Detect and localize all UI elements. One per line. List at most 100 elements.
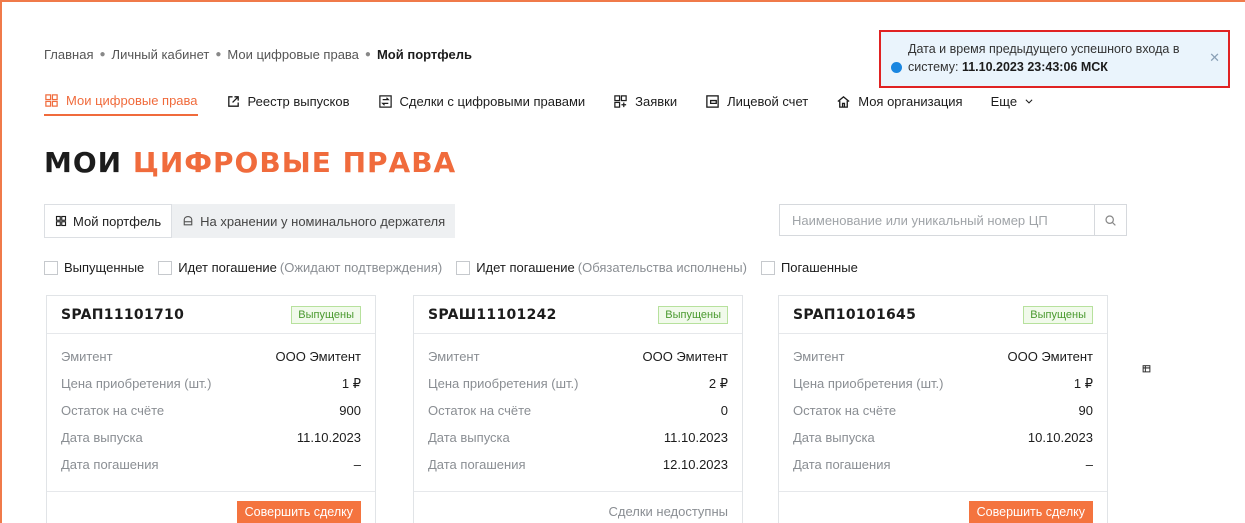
account-card-icon [706, 94, 719, 108]
tab-nominal-holder[interactable]: На хранении у номинального держателя [172, 204, 455, 238]
info-icon [891, 62, 902, 73]
card-id: SPAП10101645 [793, 306, 917, 323]
row-value: ООО Эмитент [1007, 349, 1093, 364]
row-price: Цена приобретения (шт.) 2 ₽ [428, 375, 728, 402]
row-label: Дата погашения [61, 457, 159, 472]
nav-more[interactable]: Еще [991, 86, 1034, 116]
filter-issued[interactable]: Выпущенные [44, 260, 144, 275]
row-value: 1 ₽ [341, 376, 361, 391]
nav-label: Сделки с цифровыми правами [399, 93, 586, 109]
nav-label: Еще [990, 93, 1018, 109]
notification-datetime: 11.10.2023 23:43:06 МСК [961, 60, 1108, 74]
card-header: SPAП11101710 Выпущены [47, 296, 375, 334]
breadcrumb-home[interactable]: Главная [44, 47, 93, 62]
checkbox[interactable] [44, 260, 58, 275]
apps-add-icon [614, 94, 627, 108]
status-badge: Выпущены [1023, 305, 1093, 324]
row-value: 11.10.2023 [663, 430, 728, 445]
nav-label: Мои цифровые права [66, 92, 198, 108]
calendar-icon[interactable] [1142, 364, 1151, 376]
close-icon[interactable]: ✕ [1209, 50, 1220, 76]
tab-label: Мой портфель [73, 213, 162, 229]
card-footer: Совершить сделку [47, 491, 375, 523]
card-header: SPAП10101645 Выпущены [779, 296, 1107, 334]
row-value: 11.10.2023 [296, 430, 361, 445]
nav-my-organization[interactable]: Моя организация [836, 86, 963, 116]
page-title-part2: ЦИФРОВЫЕ ПРАВА [132, 146, 457, 179]
row-value: – [353, 457, 361, 472]
row-price: Цена приобретения (шт.) 1 ₽ [61, 375, 361, 402]
row-issue-date: Дата выпуска 11.10.2023 [428, 429, 728, 456]
row-value: 10.10.2023 [1027, 430, 1093, 445]
checkbox[interactable] [456, 260, 471, 275]
filter-label: Погашенные [780, 260, 858, 275]
breadcrumb-separator: ● [99, 49, 106, 60]
row-label: Дата выпуска [793, 430, 875, 445]
rights-card[interactable]: SPAШ11101242 Выпущены Эмитент ООО Эмитент… [413, 295, 743, 523]
row-value: 900 [339, 403, 361, 418]
rights-card[interactable]: SPAП10101645 Выпущены Эмитент ООО Эмитент… [778, 295, 1108, 523]
filter-note: (Обязательства исполнены) [577, 260, 747, 275]
notification-text: Дата и время предыдущего успешного входа… [908, 40, 1198, 76]
row-balance: Остаток на счёте 90 [793, 402, 1093, 429]
checkbox[interactable] [760, 260, 775, 275]
row-redemption-date: Дата погашения – [61, 456, 361, 483]
breadcrumb-digital-rights[interactable]: Мои цифровые права [227, 47, 359, 62]
row-redemption-date: Дата погашения 12.10.2023 [428, 456, 728, 483]
rights-card[interactable]: SPAП11101710 Выпущены Эмитент ООО Эмитент… [46, 295, 376, 523]
row-issue-date: Дата выпуска 10.10.2023 [793, 429, 1093, 456]
external-link-icon [227, 95, 239, 107]
status-filters: Выпущенные Идет погашение (Ожидают подтв… [44, 260, 858, 275]
row-label: Эмитент [61, 349, 113, 364]
portfolio-tabs: Мой портфель На хранении у номинального … [44, 204, 456, 238]
status-badge: Выпущены [291, 305, 361, 324]
breadcrumb-separator: ● [364, 49, 371, 60]
safe-icon [183, 215, 193, 226]
filter-redemption-pending[interactable]: Идет погашение (Ожидают подтверждения) [158, 260, 442, 275]
grid-icon [55, 215, 67, 227]
checkbox[interactable] [158, 260, 173, 275]
row-label: Цена приобретения (шт.) [428, 376, 579, 391]
deals-unavailable-text: Сделки недоступны [608, 504, 728, 519]
breadcrumb: Главная ● Личный кабинет ● Мои цифровые … [44, 47, 472, 62]
card-id: SPAП11101710 [61, 306, 185, 323]
breadcrumb-cabinet[interactable]: Личный кабинет [112, 47, 210, 62]
row-label: Дата выпуска [428, 430, 510, 445]
filter-label: Идет погашение [178, 260, 277, 275]
nav-my-digital-rights[interactable]: Мои цифровые права [44, 86, 198, 116]
row-label: Остаток на счёте [428, 403, 532, 418]
nav-issue-registry[interactable]: Реестр выпусков [226, 86, 350, 116]
filter-note: (Ожидают подтверждения) [279, 260, 443, 275]
row-value: 1 ₽ [1073, 376, 1093, 391]
search-input[interactable] [780, 205, 1094, 235]
row-label: Дата выпуска [61, 430, 143, 445]
search-button[interactable] [1094, 205, 1126, 235]
breadcrumb-current: Мой портфель [376, 47, 472, 62]
nav-deals[interactable]: Сделки с цифровыми правами [378, 86, 586, 116]
row-label: Цена приобретения (шт.) [793, 376, 944, 391]
filter-label: Идет погашение [476, 260, 575, 275]
row-label: Остаток на счёте [61, 403, 165, 418]
row-value: 0 [720, 403, 728, 418]
card-id: SPAШ11101242 [428, 306, 557, 323]
nav-applications[interactable]: Заявки [613, 86, 677, 116]
nav-personal-account[interactable]: Лицевой счет [705, 86, 808, 116]
row-issue-date: Дата выпуска 11.10.2023 [61, 429, 361, 456]
make-deal-button[interactable]: Совершить сделку [968, 500, 1093, 523]
main-nav: Мои цифровые права Реестр выпусков Сделк… [44, 86, 1034, 116]
make-deal-button[interactable]: Совершить сделку [236, 500, 361, 523]
card-header: SPAШ11101242 Выпущены [414, 296, 742, 334]
filter-redeemed[interactable]: Погашенные [760, 260, 858, 275]
nav-label: Реестр выпусков [247, 93, 350, 109]
exchange-icon [378, 94, 392, 108]
search-box [779, 204, 1127, 236]
row-value: 12.10.2023 [662, 457, 728, 472]
row-issuer: Эмитент ООО Эмитент [428, 348, 728, 375]
row-label: Эмитент [793, 349, 845, 364]
row-balance: Остаток на счёте 900 [61, 402, 361, 429]
filter-redemption-fulfilled[interactable]: Идет погашение (Обязательства исполнены) [456, 260, 747, 275]
tab-my-portfolio[interactable]: Мой портфель [44, 204, 173, 238]
nav-label: Лицевой счет [727, 93, 809, 109]
search-icon [1105, 214, 1116, 226]
row-label: Эмитент [428, 349, 480, 364]
